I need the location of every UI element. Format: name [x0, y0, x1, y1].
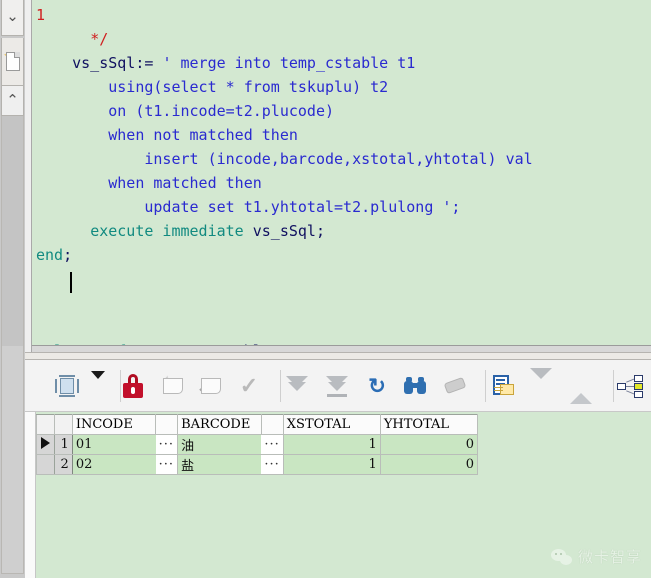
code-token: execute immediate: [90, 222, 253, 240]
code-token: ;: [315, 222, 325, 240]
chevron-up-icon: ⌃: [6, 92, 19, 109]
sql-editor[interactable]: 1 */ vs_sSql:= ' merge into temp_cstable…: [32, 0, 651, 348]
results-table[interactable]: INCODE BARCODE XSTOTAL YHTOTAL 1 01 ··· 油 ··· 1 0 2…: [36, 414, 479, 475]
triangle-down-icon: [530, 368, 552, 393]
code-token: on (t1.incode=t2.plucode): [108, 102, 335, 120]
current-row-arrow-icon: [40, 436, 50, 449]
caret-down-icon: [91, 371, 105, 393]
cell-barcode[interactable]: 盐: [177, 454, 262, 475]
row-selector-cell[interactable]: [36, 454, 55, 475]
lock-icon: [122, 374, 144, 398]
insert-record-button[interactable]: ✦: [155, 368, 191, 404]
left-rail: ⌄ ✦ ⌃: [0, 0, 25, 578]
new-document-button[interactable]: ✦: [1, 38, 24, 86]
chevron-down-icon: ⌄: [6, 7, 19, 25]
code-token: :=: [135, 54, 163, 72]
column-header-incode[interactable]: INCODE: [71, 414, 157, 435]
code-token: 1: [36, 6, 46, 24]
next-page-button[interactable]: [279, 368, 315, 404]
binoculars-icon: [403, 376, 427, 396]
row-number-cell: 2: [53, 454, 73, 475]
refresh-icon: ↻: [368, 374, 386, 398]
code-token: ' merge into temp_cstable t1: [162, 54, 416, 72]
scroll-up-button[interactable]: ⌃: [1, 86, 24, 116]
results-pane: INCODE BARCODE XSTOTAL YHTOTAL 1 01 ··· 油 ··· 1 0 2…: [25, 412, 651, 578]
new-record-icon: ✦: [160, 375, 186, 397]
code-token: ;: [63, 246, 73, 264]
page-fold-shape: [14, 52, 20, 58]
clear-filter-button[interactable]: [437, 368, 473, 404]
column-header-yhtotal[interactable]: YHTOTAL: [379, 414, 479, 435]
results-gutter: [25, 412, 36, 578]
delete-record-button[interactable]: ✕: [193, 368, 229, 404]
double-down-icon: [285, 374, 309, 398]
code-token: vs_sSql: [252, 222, 316, 240]
code-token: using(select * from tskuplu) t2: [108, 78, 389, 96]
column-header-spacer: [155, 414, 179, 435]
pane-splitter[interactable]: [25, 352, 651, 360]
triangle-up-icon: [570, 379, 592, 404]
sql-developer-window: ⌄ ✦ ⌃ 1 */ vs_sSql:= ' merge into temp_c…: [0, 0, 651, 578]
code-token: vs_sSql: [72, 54, 136, 72]
report-button[interactable]: [486, 368, 522, 404]
scrollbar-thumb[interactable]: [2, 116, 23, 346]
row-number-cell: 1: [53, 434, 73, 455]
results-toolbar: ✦ ✕ ✓ ↻: [25, 360, 651, 412]
lock-record-button[interactable]: [115, 368, 151, 404]
cell-yhtotal[interactable]: 0: [379, 454, 479, 475]
table-row[interactable]: 2 02 ··· 盐 ··· 1 0: [36, 454, 479, 475]
cell-incode[interactable]: 01: [71, 434, 156, 455]
grid-view-dropdown[interactable]: [80, 368, 116, 404]
find-button[interactable]: [397, 368, 433, 404]
cell-barcode[interactable]: 油: [177, 434, 262, 455]
cell-editor-button-barcode[interactable]: ···: [261, 434, 284, 455]
go-to-last-icon: [325, 374, 349, 398]
grid-icon: [55, 375, 79, 397]
code-token: when matched then: [108, 174, 262, 192]
code-token: */: [90, 30, 109, 48]
row-selector-cell[interactable]: [36, 434, 55, 455]
code-token: end: [36, 246, 64, 264]
check-icon: ✓: [239, 373, 259, 398]
cell-editor-button-incode[interactable]: ···: [155, 454, 179, 475]
table-row[interactable]: 1 01 ··· 油 ··· 1 0: [36, 434, 479, 455]
text-caret: [70, 272, 72, 293]
table-header-row: INCODE BARCODE XSTOTAL YHTOTAL: [36, 414, 479, 435]
column-header-spacer: [260, 414, 284, 435]
eraser-icon: [443, 376, 467, 396]
report-icon: [492, 374, 516, 398]
cell-yhtotal[interactable]: 0: [379, 434, 479, 455]
code-token: when not matched then: [108, 126, 298, 144]
tree-view-button[interactable]: [612, 368, 648, 404]
vertical-scrollbar[interactable]: [1, 116, 24, 574]
column-header-blank: [36, 414, 55, 435]
sort-ascending-button[interactable]: [563, 368, 599, 404]
column-header-blank: [53, 414, 73, 435]
editor-gutter: [25, 0, 32, 352]
column-header-barcode[interactable]: BARCODE: [177, 414, 262, 435]
cell-xstotal[interactable]: 1: [282, 434, 381, 455]
code-token: insert (incode,barcode,xstotal,yhtotal) …: [144, 150, 533, 168]
watermark: 微卡智享: [550, 546, 642, 567]
delete-record-icon: ✕: [197, 375, 224, 397]
document-icon: ✦: [3, 51, 21, 72]
code-token: update set t1.yhtotal=t2.plulong ';: [144, 198, 461, 216]
cell-incode[interactable]: 02: [71, 454, 156, 475]
editor-pane: 1 */ vs_sSql:= ' merge into temp_cstable…: [25, 0, 651, 353]
collapse-panel-button[interactable]: ⌄: [1, 0, 24, 36]
cell-editor-button-incode[interactable]: ···: [155, 434, 179, 455]
refresh-button[interactable]: ↻: [359, 368, 395, 404]
wechat-logo-icon: [550, 548, 572, 565]
editor-code-text[interactable]: 1 */ vs_sSql:= ' merge into temp_cstable…: [36, 3, 533, 348]
post-changes-button[interactable]: ✓: [231, 368, 267, 404]
sort-descending-button[interactable]: [523, 368, 559, 404]
cell-xstotal[interactable]: 1: [282, 454, 381, 475]
tree-icon: [617, 375, 643, 398]
last-page-button[interactable]: [319, 368, 355, 404]
watermark-label: 微卡智享: [577, 548, 642, 566]
cell-editor-button-barcode[interactable]: ···: [261, 454, 284, 475]
column-header-xstotal[interactable]: XSTOTAL: [282, 414, 381, 435]
